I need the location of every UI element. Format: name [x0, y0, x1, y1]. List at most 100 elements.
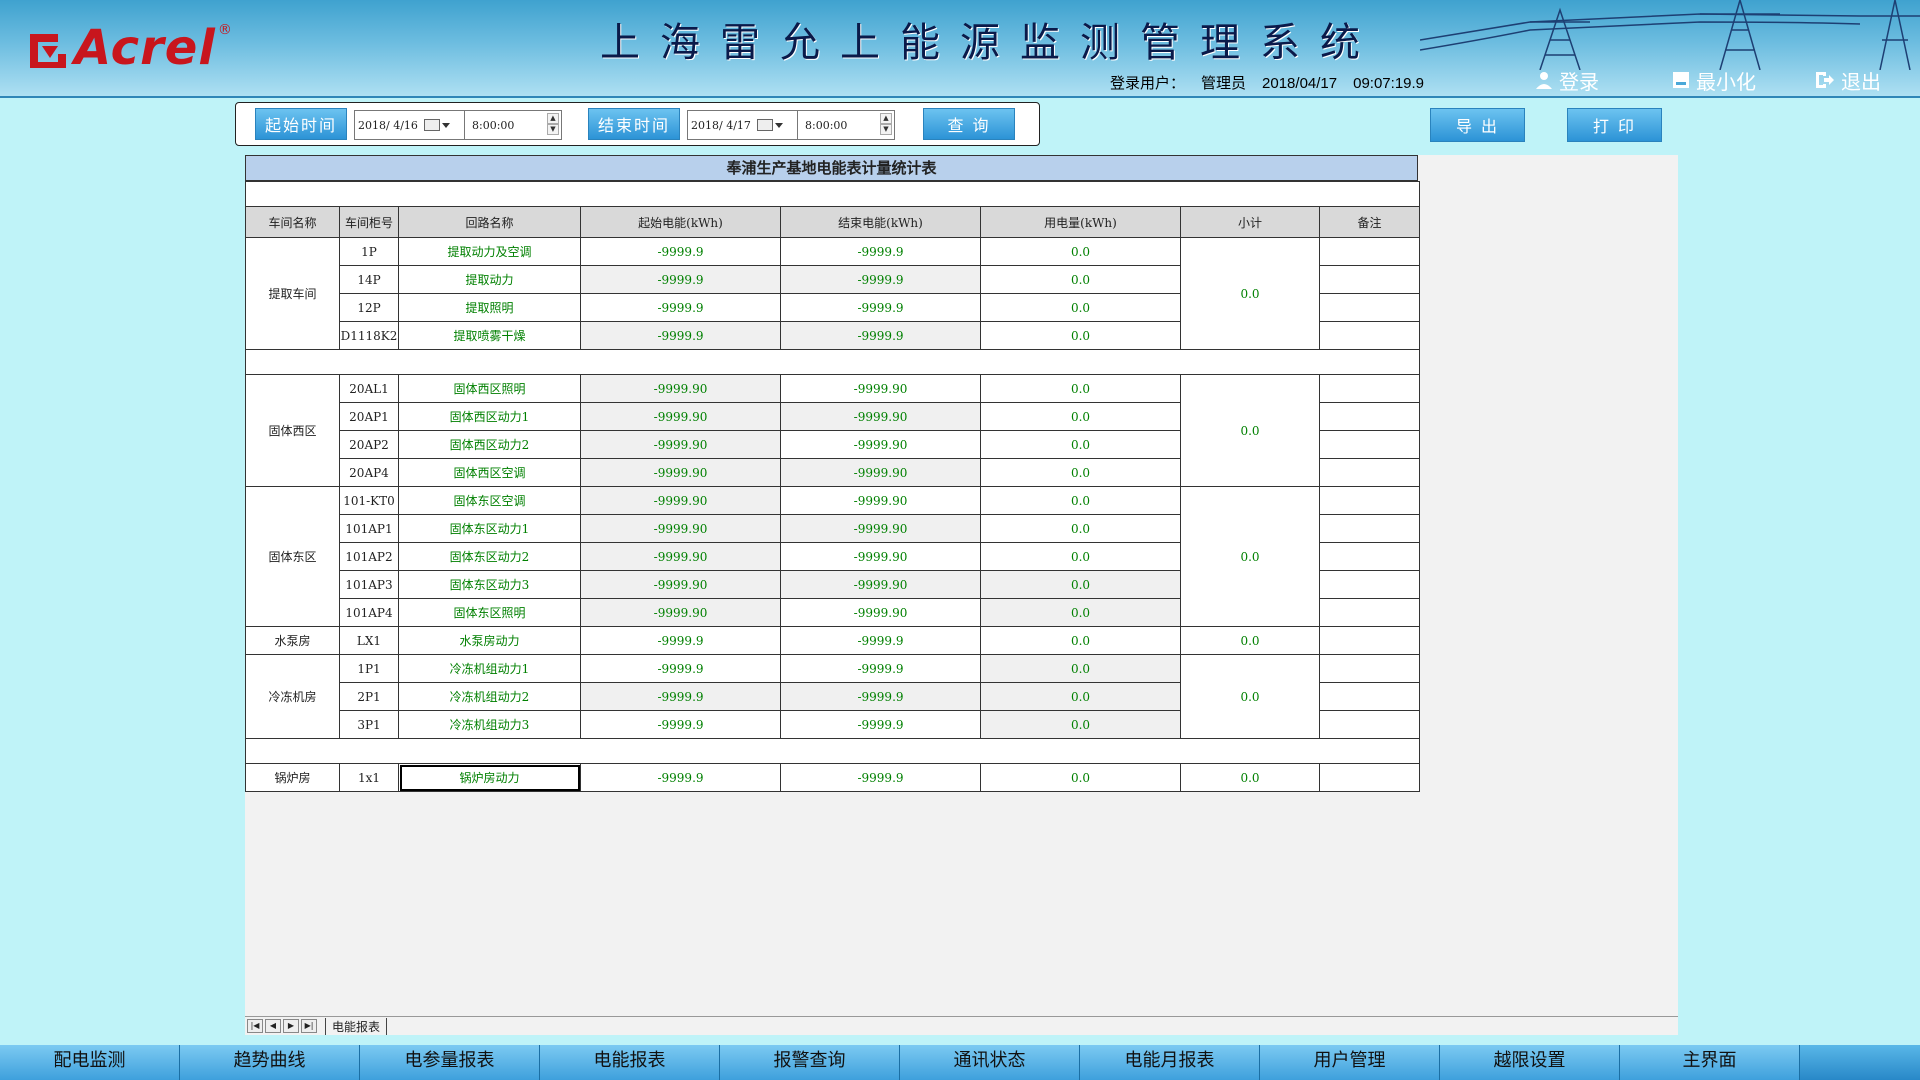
loop-name-cell[interactable]: 冷冻机组动力3	[398, 710, 581, 739]
usage-cell: 0.0	[980, 514, 1181, 543]
remark-cell[interactable]	[1319, 570, 1420, 599]
usage-cell: 0.0	[980, 654, 1181, 683]
remark-cell[interactable]	[1319, 763, 1420, 792]
remark-cell[interactable]	[1319, 265, 1420, 294]
start-date-value: 2018/ 4/16	[358, 118, 418, 132]
app-header: Acrel ® 上海雷允上能源监测管理系统 登录用户： 管理员 2018/04/17…	[0, 0, 1920, 98]
start-date-picker[interactable]: 2018/ 4/16	[354, 110, 466, 140]
remark-cell[interactable]	[1319, 458, 1420, 487]
loop-name-cell[interactable]: 冷冻机组动力2	[398, 682, 581, 711]
current-time: 09:07:19.9	[1353, 75, 1425, 92]
end-time-spinner[interactable]: ▲ ▼	[880, 113, 892, 135]
loop-name-cell[interactable]: 提取喷雾干燥	[398, 321, 581, 350]
end-energy-cell: -9999.9	[780, 654, 981, 683]
end-energy-cell: -9999.9	[780, 710, 981, 739]
loop-name-cell[interactable]: 固体东区动力1	[398, 514, 581, 543]
end-date-picker[interactable]: 2018/ 4/17	[687, 110, 799, 140]
acrel-logo-icon	[30, 34, 66, 68]
loop-name-cell[interactable]: 固体西区照明	[398, 374, 581, 403]
exit-button[interactable]: 退出	[1815, 68, 1881, 94]
start-time-value: 8:00:00	[472, 118, 515, 132]
end-energy-cell: -9999.90	[780, 402, 981, 431]
remark-cell[interactable]	[1319, 710, 1420, 739]
end-energy-cell: -9999.9	[780, 763, 981, 792]
nav-item-8[interactable]: 越限设置	[1440, 1045, 1620, 1080]
remark-cell[interactable]	[1319, 542, 1420, 571]
table-spacer-row	[245, 738, 1420, 764]
start-time-spinner[interactable]: ▲ ▼	[547, 113, 559, 135]
nav-item-9[interactable]: 主界面	[1620, 1045, 1800, 1080]
nav-item-0[interactable]: 配电监测	[0, 1045, 180, 1080]
nav-item-7[interactable]: 用户管理	[1260, 1045, 1440, 1080]
loop-name-cell[interactable]: 固体西区空调	[398, 458, 581, 487]
minimize-button[interactable]: 最小化	[1672, 68, 1756, 94]
last-sheet-icon[interactable]: ▶|	[301, 1019, 317, 1033]
remark-cell[interactable]	[1319, 374, 1420, 403]
cabinet-number-cell: 101-KT0	[339, 486, 399, 515]
remark-cell[interactable]	[1319, 682, 1420, 711]
spin-down-icon[interactable]: ▼	[547, 124, 559, 135]
loop-name-cell[interactable]: 固体东区空调	[398, 486, 581, 515]
start-energy-cell: -9999.9	[580, 710, 781, 739]
loop-name-cell[interactable]: 固体东区动力3	[398, 570, 581, 599]
loop-name-cell[interactable]: 固体东区照明	[398, 598, 581, 627]
query-button[interactable]: 查 询	[923, 108, 1015, 140]
start-energy-cell: -9999.90	[580, 374, 781, 403]
remark-cell[interactable]	[1319, 654, 1420, 683]
loop-name-cell[interactable]: 固体东区动力2	[398, 542, 581, 571]
first-sheet-icon[interactable]: |◀	[247, 1019, 263, 1033]
loop-name-cell[interactable]: 锅炉房动力	[398, 763, 581, 792]
workshop-name-cell: 固体东区	[245, 486, 340, 627]
logo-registered: ®	[217, 22, 232, 38]
remark-cell[interactable]	[1319, 430, 1420, 459]
column-header: 结束电能(kWh)	[780, 206, 981, 238]
current-date: 2018/04/17	[1262, 75, 1338, 92]
nav-item-2[interactable]: 电参量报表	[360, 1045, 540, 1080]
loop-name-cell[interactable]: 水泵房动力	[398, 626, 581, 655]
start-time-input[interactable]: 8:00:00 ▲ ▼	[464, 110, 562, 140]
table-spacer-row	[245, 181, 1420, 207]
table-header-row: 车间名称 车间柜号 回路名称 起始电能(kWh) 结束电能(kWh) 用电量(kWh) 小计…	[245, 206, 1420, 238]
user-name: 管理员	[1201, 75, 1247, 92]
loop-name-cell[interactable]: 固体西区动力1	[398, 402, 581, 431]
remark-cell[interactable]	[1319, 598, 1420, 627]
next-sheet-icon[interactable]: ▶	[283, 1019, 299, 1033]
start-energy-cell: -9999.90	[580, 514, 781, 543]
remark-cell[interactable]	[1319, 514, 1420, 543]
remark-cell[interactable]	[1319, 237, 1420, 266]
loop-name-cell[interactable]: 提取动力及空调	[398, 237, 581, 266]
sheet-tab-energy[interactable]: 电能报表	[325, 1017, 388, 1035]
calendar-icon	[423, 119, 440, 131]
nav-item-1[interactable]: 趋势曲线	[180, 1045, 360, 1080]
end-time-input[interactable]: 8:00:00 ▲ ▼	[797, 110, 895, 140]
cabinet-number-cell: 101AP4	[339, 598, 399, 627]
table-row: 水泵房 LX1 水泵房动力 -9999.9 -9999.9 0.0 0.0	[245, 626, 1420, 655]
nav-item-5[interactable]: 通讯状态	[900, 1045, 1080, 1080]
remark-cell[interactable]	[1319, 321, 1420, 350]
spin-up-icon[interactable]: ▲	[880, 113, 892, 124]
print-button[interactable]: 打 印	[1567, 108, 1662, 142]
nav-item-6[interactable]: 电能月报表	[1080, 1045, 1260, 1080]
remark-cell[interactable]	[1319, 293, 1420, 322]
loop-name-cell[interactable]: 冷冻机组动力1	[398, 654, 581, 683]
table-row: 提取车间 1P 提取动力及空调 -9999.9 -9999.9 0.0 0.0	[245, 237, 1420, 350]
spin-down-icon[interactable]: ▼	[880, 124, 892, 135]
export-button[interactable]: 导 出	[1430, 108, 1525, 142]
chevron-down-icon	[774, 122, 783, 128]
remark-cell[interactable]	[1319, 626, 1420, 655]
remark-cell[interactable]	[1319, 486, 1420, 515]
start-energy-cell: -9999.9	[580, 293, 781, 322]
loop-name-cell[interactable]: 固体西区动力2	[398, 430, 581, 459]
start-energy-cell: -9999.9	[580, 237, 781, 266]
nav-item-4[interactable]: 报警查询	[720, 1045, 900, 1080]
loop-name-cell[interactable]: 提取动力	[398, 265, 581, 294]
loop-name-cell[interactable]: 提取照明	[398, 293, 581, 322]
cabinet-number-cell: 20AP4	[339, 458, 399, 487]
spin-up-icon[interactable]: ▲	[547, 113, 559, 124]
login-button[interactable]: 登录	[1535, 68, 1599, 94]
cabinet-number-cell: 20AL1	[339, 374, 399, 403]
start-energy-cell: -9999.90	[580, 570, 781, 599]
nav-item-3[interactable]: 电能报表	[540, 1045, 720, 1080]
remark-cell[interactable]	[1319, 402, 1420, 431]
prev-sheet-icon[interactable]: ◀	[265, 1019, 281, 1033]
